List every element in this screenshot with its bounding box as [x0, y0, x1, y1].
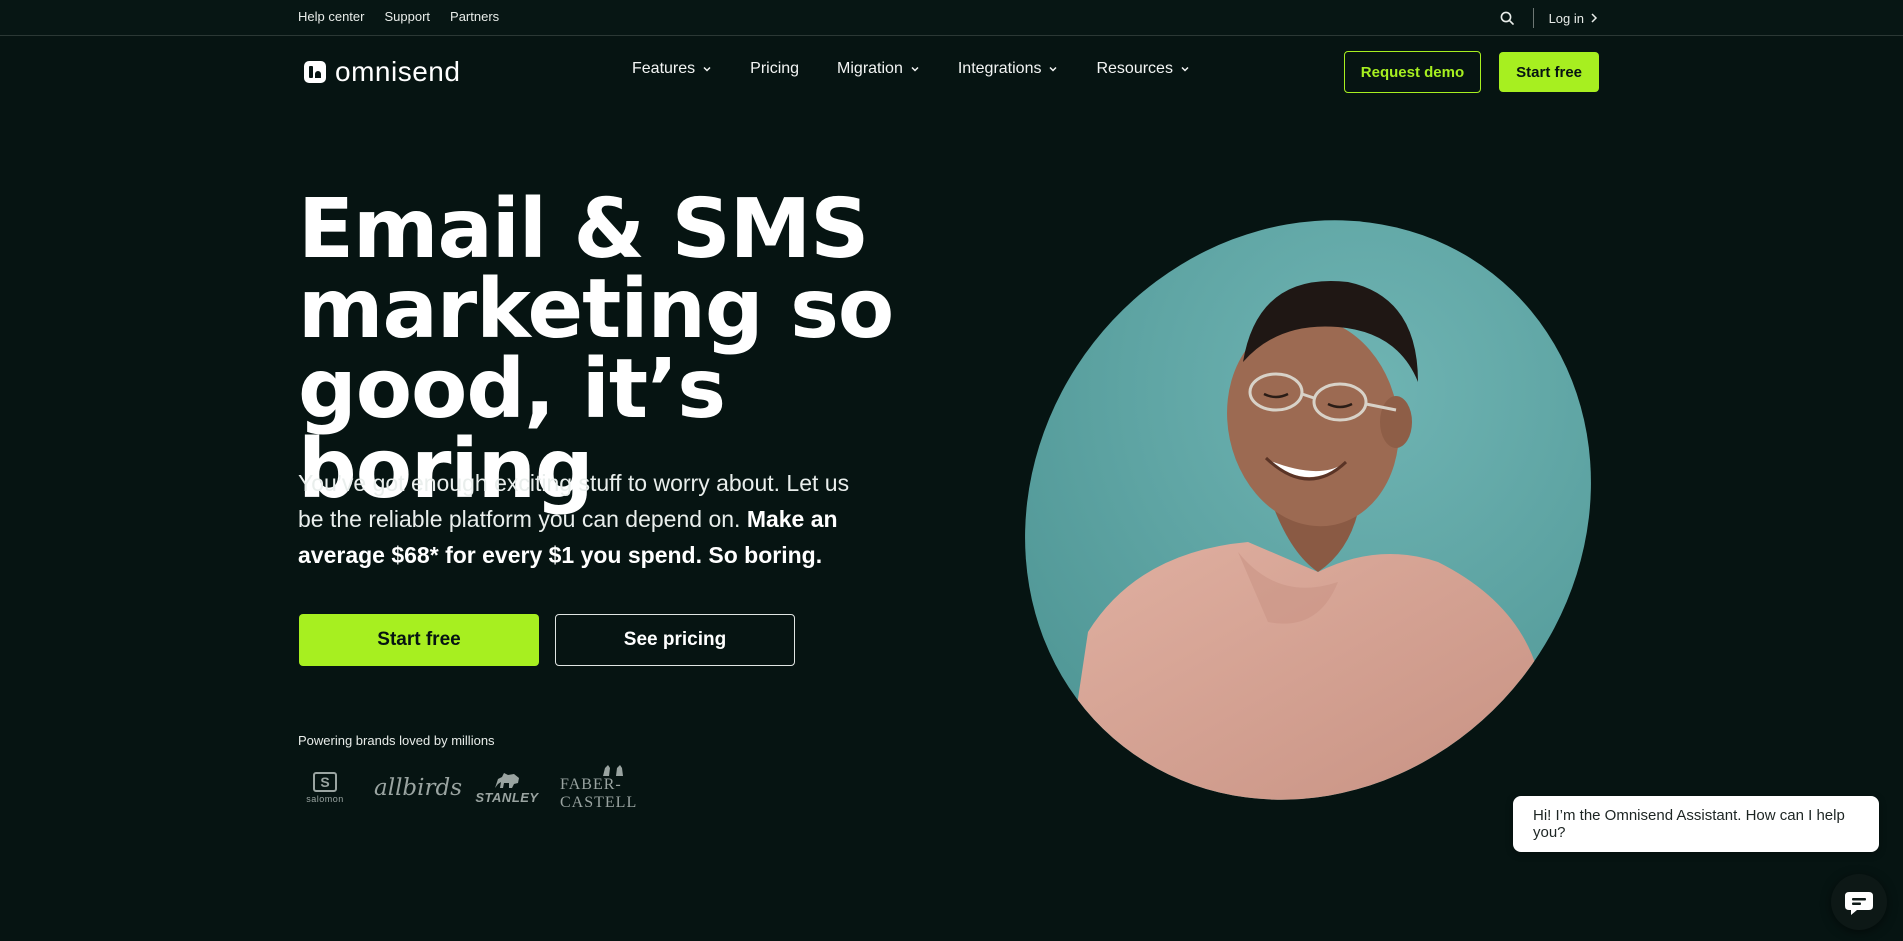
nav-item-label: Integrations	[957, 60, 1042, 77]
start-free-nav-button[interactable]: Start free	[1499, 52, 1599, 92]
chevron-down-icon	[1049, 66, 1057, 72]
chat-greeting-bubble[interactable]: Hi! I’m the Omnisend Assistant. How can …	[1513, 796, 1879, 852]
nav-item-label: Pricing	[750, 60, 800, 77]
brand-name: FABER-CASTELL	[560, 776, 638, 811]
nav-item-features[interactable]: Features	[632, 60, 712, 78]
nav-item-pricing[interactable]: Pricing	[750, 60, 799, 78]
brand-name: STANLEY	[475, 790, 539, 805]
utility-links: Help center Support Partners	[298, 9, 499, 24]
utility-divider	[1532, 8, 1534, 28]
nav-item-label: Features	[632, 60, 696, 77]
salomon-mark-icon: S	[313, 772, 337, 792]
hero-title: Email & SMS marketing so good, it’s bori…	[298, 182, 978, 511]
chevron-down-icon	[703, 66, 711, 72]
page: Help center Support Partners Log in omni…	[0, 0, 1903, 941]
nav-item-label: Migration	[837, 60, 903, 77]
help-center-link[interactable]: Help center	[298, 9, 364, 24]
brand-logo-allbirds: allbirds	[374, 775, 462, 801]
hero-person-image	[1018, 212, 1598, 808]
chevron-down-icon	[1181, 66, 1189, 72]
support-link[interactable]: Support	[384, 9, 430, 24]
logo-mark-icon	[304, 61, 326, 83]
hero-subtitle: You’ve got enough exciting stuff to worr…	[298, 465, 878, 573]
login-label: Log in	[1548, 10, 1584, 26]
search-icon	[1500, 11, 1514, 25]
hero-cta-row: Start free See pricing	[299, 614, 795, 666]
main-nav: omnisend Features Pricing Migration Inte…	[0, 36, 1903, 108]
nav-item-integrations[interactable]: Integrations	[958, 60, 1059, 78]
nav-menu: Features Pricing Migration Integrations …	[632, 60, 1190, 78]
nav-item-label: Resources	[1096, 60, 1173, 77]
brand-name: allbirds	[374, 775, 463, 801]
hero-title-line: marketing so	[298, 262, 894, 357]
brand-logo-faber-castell: FABER-CASTELL	[560, 764, 666, 812]
nav-item-migration[interactable]: Migration	[837, 60, 920, 78]
brand-logos: S salomon allbirds STANLEY FABER-CASTELL	[298, 764, 666, 812]
chat-icon	[1845, 892, 1873, 915]
utility-right: Log in	[1497, 8, 1598, 28]
brand-logo-salomon: S salomon	[298, 772, 352, 804]
logo[interactable]: omnisend	[304, 56, 460, 88]
nav-actions: Request demo Start free	[1343, 51, 1599, 93]
brands-label: Powering brands loved by millions	[298, 733, 495, 748]
faber-castell-knights-icon	[603, 765, 623, 776]
chevron-right-icon	[1591, 13, 1598, 23]
chevron-down-icon	[911, 66, 919, 72]
brand-name: salomon	[306, 794, 344, 804]
utility-bar: Help center Support Partners Log in	[0, 0, 1903, 36]
nav-item-resources[interactable]: Resources	[1096, 60, 1189, 78]
brand-logo-stanley: STANLEY	[475, 771, 539, 805]
chat-greeting-text: Hi! I’m the Omnisend Assistant. How can …	[1533, 807, 1845, 841]
request-demo-button[interactable]: Request demo	[1343, 51, 1482, 93]
logo-text: omnisend	[335, 56, 461, 87]
start-free-hero-button[interactable]: Start free	[299, 614, 539, 666]
search-button[interactable]	[1497, 8, 1517, 28]
partners-link[interactable]: Partners	[450, 9, 499, 24]
see-pricing-button[interactable]: See pricing	[555, 614, 795, 666]
login-link[interactable]: Log in	[1549, 11, 1598, 26]
hero-title-line: Email & SMS	[298, 182, 869, 277]
chat-launcher-button[interactable]	[1831, 874, 1887, 930]
stanley-bear-icon	[495, 773, 519, 788]
